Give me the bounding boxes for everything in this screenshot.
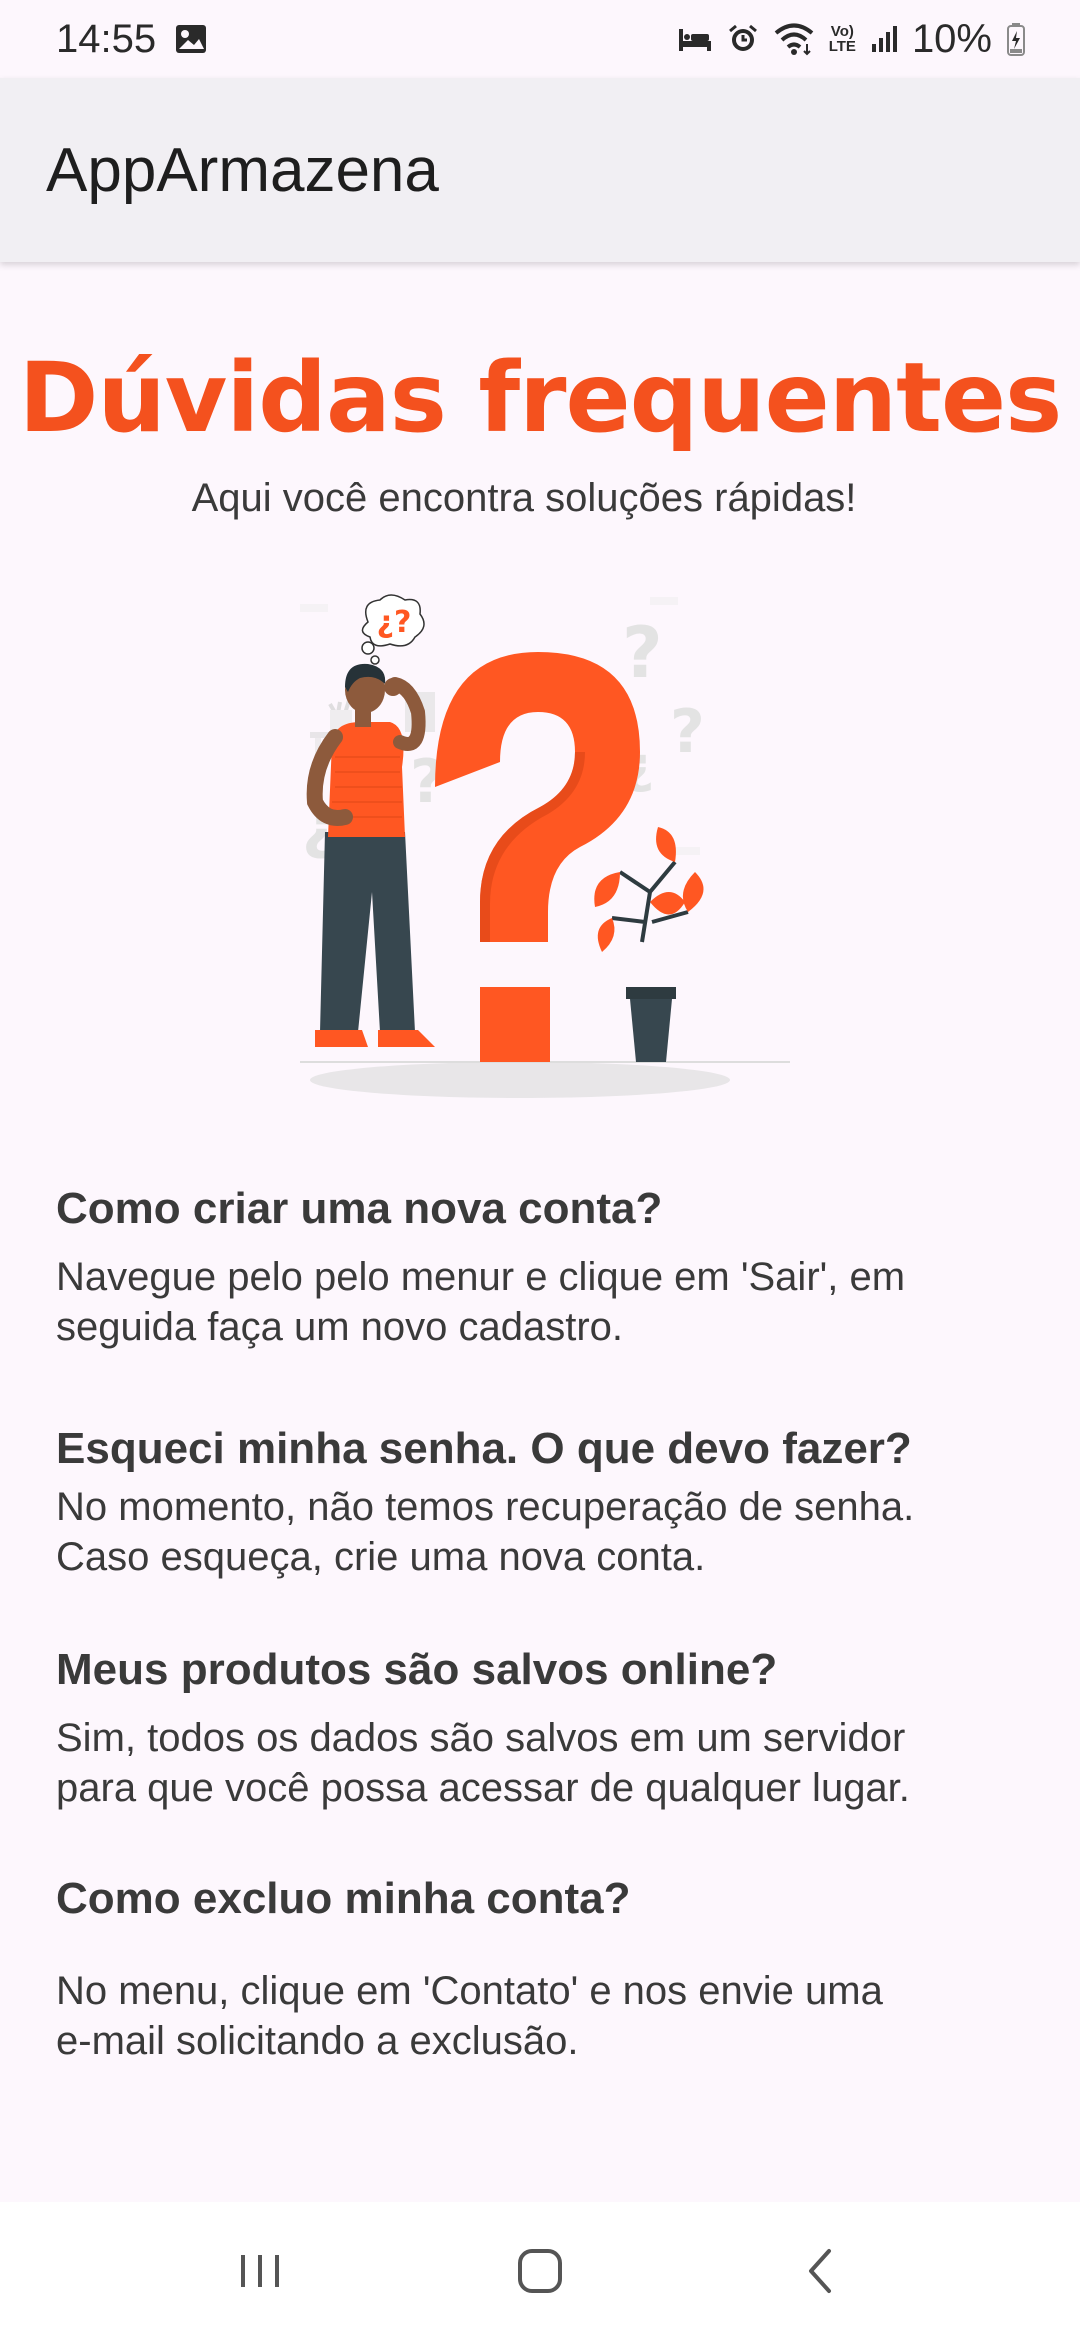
faq-answer-line: No momento, não temos recuperação de sen… [56, 1485, 915, 1529]
image-icon [174, 23, 208, 55]
volte-label-top: Vo) [830, 23, 854, 40]
page-title: Dúvidas frequentes [18, 342, 1062, 454]
faq-question: Como excluo minha conta? [56, 1874, 631, 1923]
faq-question: Esqueci minha senha. O que devo fazer? [56, 1424, 912, 1473]
back-button[interactable] [760, 2221, 880, 2321]
faq-answer-line: No menu, clique em 'Contato' e nos envie… [56, 1969, 883, 2013]
volte-icon: Vo) LTE [829, 24, 856, 54]
faq-answer-line: seguida faça um novo cadastro. [56, 1305, 624, 1349]
svg-text:?: ? [670, 697, 705, 767]
back-icon [809, 2249, 831, 2293]
faq-question: Como criar uma nova conta? [56, 1184, 663, 1233]
thought-bubble: ¿? [361, 594, 425, 665]
faq-item: Meus produtos são salvos online? Sim, to… [56, 1643, 1046, 1813]
faq-item: Esqueci minha senha. O que devo fazer? N… [56, 1422, 1046, 1582]
faq-answer: No menu, clique em 'Contato' e nos envie… [56, 1966, 1046, 2066]
faq-illustration: ? ? ? ¿ ¿ ¿? [300, 594, 790, 1098]
wifi-icon [773, 22, 815, 56]
page-subtitle: Aqui você encontra soluções rápidas! [191, 476, 857, 520]
recent-apps-button[interactable] [200, 2221, 320, 2321]
big-question-mark [435, 652, 640, 1062]
status-bar: 14:55 Vo) LTE 10% [0, 0, 1080, 78]
volte-label-bottom: LTE [828, 38, 856, 55]
battery-percent: 10% [911, 16, 992, 61]
home-icon [518, 2249, 562, 2293]
thought-bubble-text: ¿? [377, 605, 412, 640]
battery-icon [1006, 22, 1026, 56]
faq-answer: No momento, não temos recuperação de sen… [56, 1482, 1046, 1582]
faq-answer-line: Caso esqueça, crie uma nova conta. [56, 1535, 706, 1579]
faq-item: Como criar uma nova conta? Navegue pelo … [56, 1182, 1046, 1352]
faq-answer-line: para que você possa acessar de qualquer … [56, 1766, 910, 1810]
status-time: 14:55 [56, 16, 157, 61]
home-button[interactable] [480, 2221, 600, 2321]
faq-question: Meus produtos são salvos online? [56, 1645, 778, 1694]
faq-answer-line: Sim, todos os dados são salvos em um ser… [56, 1716, 906, 1760]
plant-illustration [594, 827, 704, 1062]
app-title: AppArmazena [46, 135, 439, 205]
svg-text:?: ? [622, 612, 663, 694]
bed-icon [677, 25, 713, 53]
recent-apps-icon [241, 2255, 279, 2287]
signal-icon [870, 24, 898, 54]
ground-shadow [310, 1062, 730, 1098]
faq-answer-line: Navegue pelo pelo menur e clique em 'Sai… [56, 1255, 906, 1299]
faq-screen: Dúvidas frequentes Aqui você encontra so… [0, 262, 1080, 2202]
faq-item: Como excluo minha conta? No menu, clique… [56, 1872, 1046, 2066]
faq-answer-line: e-mail solicitando a exclusão. [56, 2019, 579, 2063]
alarm-icon [727, 23, 759, 55]
app-bar: AppArmazena [0, 78, 1080, 262]
faq-answer: Navegue pelo pelo menur e clique em 'Sai… [56, 1252, 1046, 1352]
system-navigation-bar [0, 2202, 1080, 2340]
faq-answer: Sim, todos os dados são salvos em um ser… [56, 1713, 1046, 1813]
